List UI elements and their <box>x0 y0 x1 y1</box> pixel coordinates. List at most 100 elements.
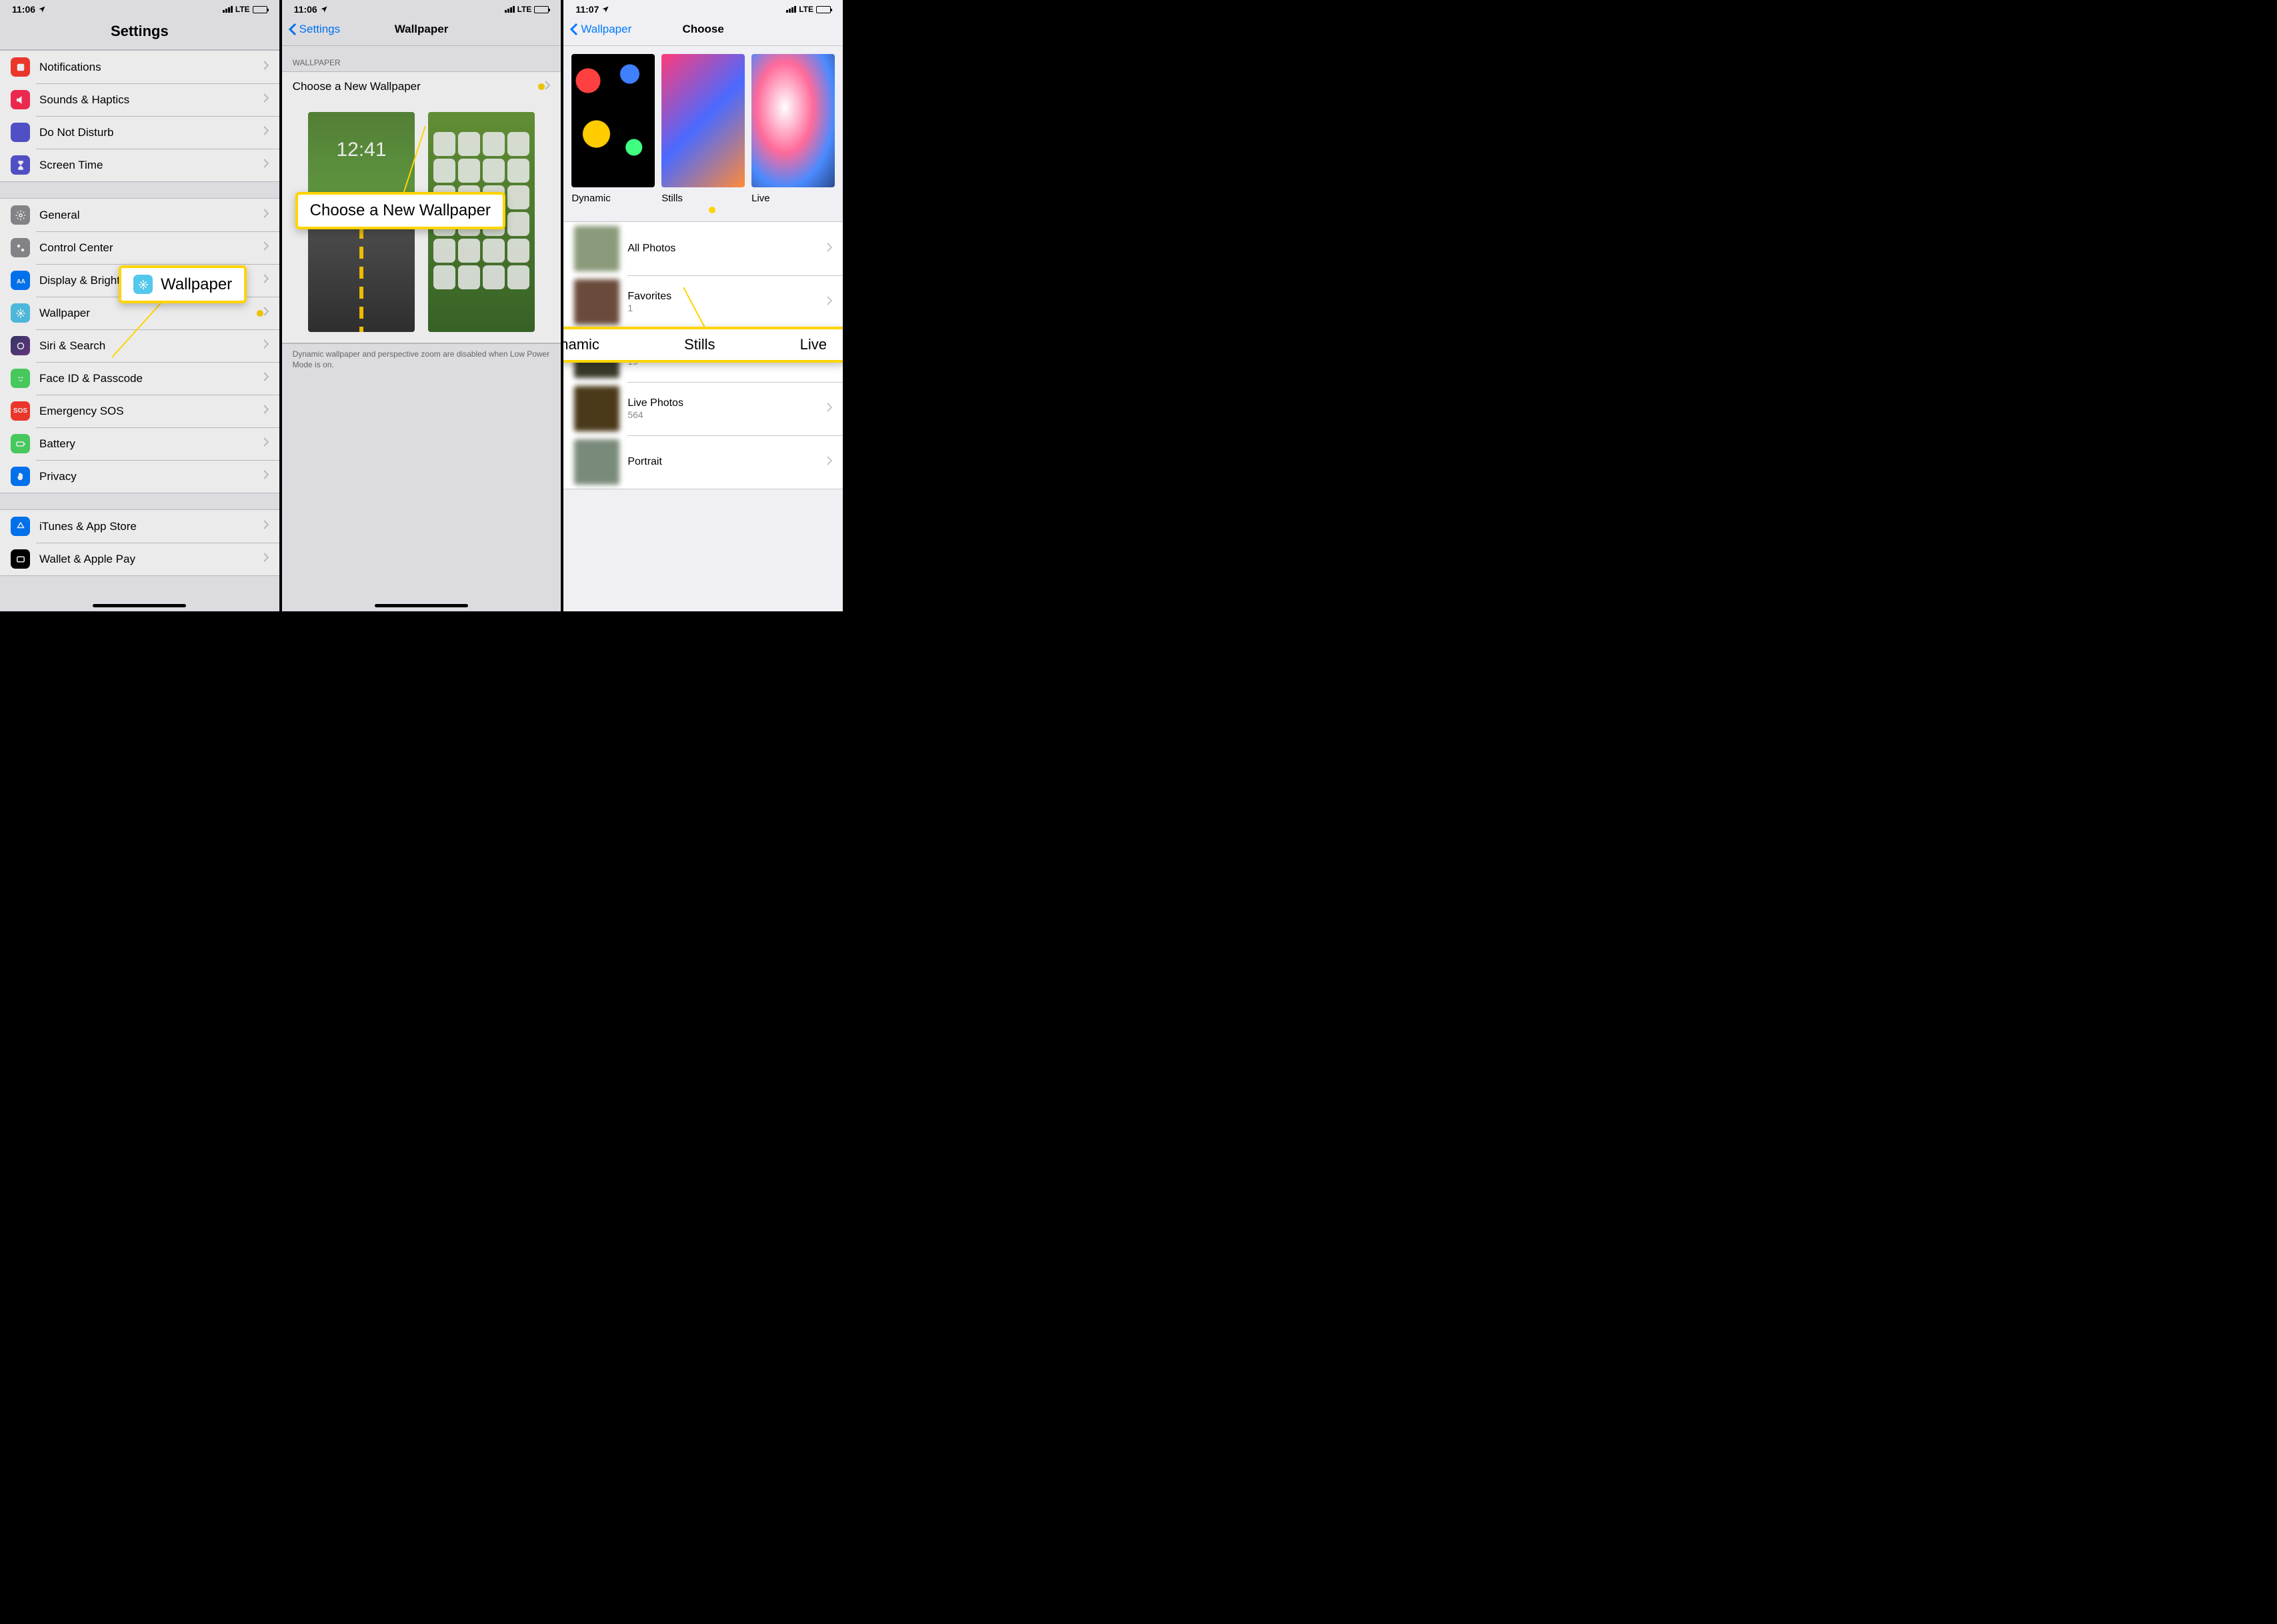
row-dnd[interactable]: Do Not Disturb <box>0 116 279 149</box>
chevron-right-icon <box>263 437 269 450</box>
time: 11:07 <box>575 4 599 15</box>
chevron-right-icon <box>263 274 269 287</box>
album-portrait[interactable]: Portrait <box>563 435 843 489</box>
time: 11:06 <box>294 4 317 15</box>
row-choose-wallpaper[interactable]: Choose a New Wallpaper <box>282 72 561 101</box>
highlight-dot <box>538 83 545 90</box>
chevron-right-icon <box>263 209 269 221</box>
chevron-right-icon <box>545 81 550 93</box>
chevron-right-icon <box>263 405 269 417</box>
row-general[interactable]: General <box>0 199 279 231</box>
home-indicator <box>93 604 186 607</box>
moon-icon <box>11 123 30 142</box>
page-title: Choose <box>683 23 724 36</box>
dynamic-thumb <box>571 54 655 187</box>
chevron-right-icon <box>263 241 269 254</box>
signal-icon <box>505 6 515 13</box>
category-dynamic[interactable]: Dynamic <box>571 54 655 204</box>
highlight-dot <box>257 310 263 317</box>
location-icon <box>601 5 609 13</box>
album-thumb <box>574 439 619 485</box>
chevron-right-icon <box>263 372 269 385</box>
back-button[interactable]: Wallpaper <box>570 23 631 36</box>
row-wallet[interactable]: Wallet & Apple Pay <box>0 543 279 575</box>
back-button[interactable]: Settings <box>289 23 340 36</box>
chevron-right-icon <box>263 339 269 352</box>
battery-icon <box>534 6 549 13</box>
stills-thumb <box>661 54 745 187</box>
album-favorites[interactable]: Favorites 1 <box>563 275 843 329</box>
section-header: WALLPAPER <box>282 46 561 71</box>
wallpaper-categories: Dynamic Stills Live <box>563 46 843 212</box>
chevron-right-icon <box>827 296 832 309</box>
page-title: Settings <box>111 23 169 40</box>
chevron-right-icon <box>263 93 269 106</box>
svg-text:AA: AA <box>17 277 25 284</box>
row-notifications[interactable]: Notifications <box>0 51 279 83</box>
screen-choose: 11:07 LTE Wallpaper Choose Dynamic Still… <box>563 0 845 611</box>
chevron-right-icon <box>263 61 269 73</box>
signal-icon <box>223 6 233 13</box>
settings-group-3: iTunes & App Store Wallet & Apple Pay <box>0 509 279 576</box>
row-itunes[interactable]: iTunes & App Store <box>0 510 279 543</box>
row-privacy[interactable]: Privacy <box>0 460 279 493</box>
album-all-photos[interactable]: All Photos <box>563 222 843 275</box>
home-indicator <box>375 604 468 607</box>
gear-icon <box>11 205 30 225</box>
album-thumb <box>574 386 619 431</box>
chevron-left-icon <box>570 23 578 36</box>
chevron-right-icon <box>827 243 832 255</box>
page-title: Wallpaper <box>395 23 449 36</box>
chevron-left-icon <box>289 23 297 36</box>
switches-icon <box>11 238 30 257</box>
face-icon <box>11 369 30 388</box>
chevron-right-icon <box>263 307 269 319</box>
row-faceid[interactable]: Face ID & Passcode <box>0 362 279 395</box>
chevron-right-icon <box>263 126 269 139</box>
chevron-right-icon <box>827 403 832 415</box>
sounds-icon <box>11 90 30 109</box>
settings-group-2: General Control Center AA Display & Brig… <box>0 198 279 493</box>
row-battery[interactable]: Battery <box>0 427 279 460</box>
notifications-icon <box>11 57 30 77</box>
screen-settings: 11:06 LTE Settings Notifications Sounds … <box>0 0 282 611</box>
wallet-icon <box>11 549 30 569</box>
battery-row-icon <box>11 434 30 453</box>
chevron-right-icon <box>263 159 269 171</box>
network-label: LTE <box>235 5 250 14</box>
network-label: LTE <box>799 5 813 14</box>
screen-wallpaper: 11:06 LTE Settings Wallpaper WALLPAPER C… <box>282 0 564 611</box>
category-live[interactable]: Live <box>751 54 835 204</box>
callout-wallpaper: Wallpaper <box>119 265 247 303</box>
battery-icon <box>816 6 831 13</box>
nav-bar: Settings <box>0 16 279 50</box>
row-controlcenter[interactable]: Control Center <box>0 231 279 264</box>
album-thumb <box>574 279 619 325</box>
signal-icon <box>786 6 796 13</box>
status-bar: 11:06 LTE <box>282 0 561 16</box>
hand-icon <box>11 467 30 486</box>
row-screentime[interactable]: Screen Time <box>0 149 279 181</box>
album-thumb <box>574 226 619 271</box>
status-bar: 11:06 LTE <box>0 0 279 16</box>
album-live-photos[interactable]: Live Photos 564 <box>563 382 843 435</box>
battery-icon <box>253 6 267 13</box>
chevron-right-icon <box>263 470 269 483</box>
time: 11:06 <box>12 4 35 15</box>
row-sos[interactable]: SOS Emergency SOS <box>0 395 279 427</box>
appstore-icon <box>11 517 30 536</box>
flower-icon <box>133 275 153 294</box>
chevron-right-icon <box>263 520 269 533</box>
row-sounds[interactable]: Sounds & Haptics <box>0 83 279 116</box>
network-label: LTE <box>517 5 532 14</box>
sos-icon: SOS <box>11 401 30 421</box>
category-stills[interactable]: Stills <box>661 54 745 204</box>
location-icon <box>38 5 46 13</box>
row-siri[interactable]: Siri & Search <box>0 329 279 362</box>
siri-icon <box>11 336 30 355</box>
settings-group-1: Notifications Sounds & Haptics Do Not Di… <box>0 50 279 182</box>
hourglass-icon <box>11 155 30 175</box>
chevron-right-icon <box>263 553 269 565</box>
live-thumb <box>751 54 835 187</box>
status-bar: 11:07 LTE <box>563 0 843 16</box>
